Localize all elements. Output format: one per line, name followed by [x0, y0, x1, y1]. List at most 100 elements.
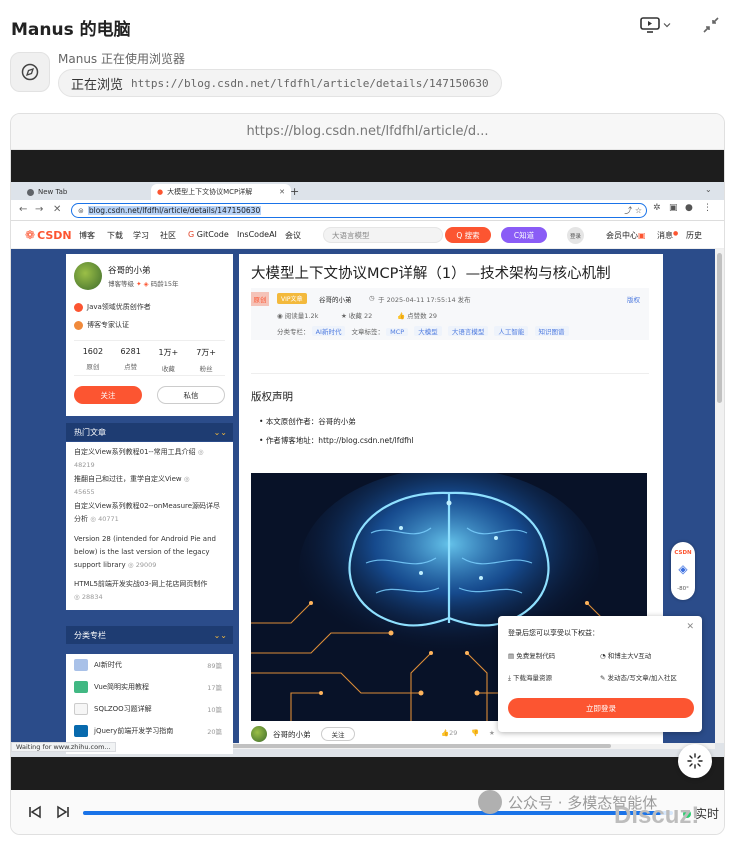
star-icon: ★: [341, 312, 347, 320]
nav-meeting[interactable]: 会议: [285, 230, 301, 241]
nav-vip-center[interactable]: 会员中心▣: [606, 230, 646, 241]
login-avatar[interactable]: 登录: [567, 227, 584, 244]
download-icon: ⤓: [508, 674, 511, 682]
column-item[interactable]: jQuery前端开发学习指南 20篇: [74, 722, 226, 740]
column-item[interactable]: SQLZOO习题详解 10篇: [74, 700, 226, 718]
nav-blog[interactable]: 博客: [79, 230, 95, 241]
vip-badge-icon: ▣: [638, 231, 646, 240]
tag-chip[interactable]: MCP: [386, 328, 409, 336]
jquery-logo-icon: [74, 725, 88, 737]
new-tab-button[interactable]: +: [290, 185, 299, 198]
nav-community[interactable]: 社区: [160, 230, 176, 241]
tag-chip[interactable]: 知识图谱: [534, 326, 569, 336]
omnibox[interactable]: ⊜ blog.csdn.net/lfdfhl/article/details/1…: [71, 203, 647, 218]
meta-author[interactable]: 谷哥的小弟: [319, 294, 352, 304]
csdn-search-button[interactable]: Q 搜索: [445, 227, 491, 243]
message-button[interactable]: 私信: [157, 386, 225, 404]
share-and-bookmark-icons[interactable]: ⤴ ☆: [624, 205, 642, 216]
stat-fans[interactable]: 7万+ 粉丝: [187, 341, 225, 375]
stop-icon[interactable]: ✕: [53, 204, 61, 215]
hot-article-item[interactable]: 自定义View系列教程02--onMeasure源码详尽分析 ◎ 40771: [74, 500, 226, 526]
article-title: 大模型上下文协议MCP详解（1）—技术架构与核心机制: [251, 266, 611, 282]
csdn-search-input[interactable]: 大语言模型: [323, 227, 443, 243]
decor-icon: ⌄⌄: [213, 630, 227, 640]
tab-close-icon[interactable]: ✕: [279, 188, 285, 196]
hot-article-item[interactable]: 自定义View系列教程01--常用工具介绍 ◎ 48219: [74, 446, 226, 472]
tag-chip[interactable]: 大模型: [414, 326, 442, 336]
csdn-logo[interactable]: ❁ CSDN: [25, 228, 72, 242]
fav-count[interactable]: ★ 收藏 22: [341, 310, 372, 320]
action-label: 正在浏览: [71, 77, 124, 93]
skip-back-icon: [29, 805, 41, 819]
side-panel-icon[interactable]: ▣: [669, 203, 678, 213]
address-bar: ← → ✕ ⊜ blog.csdn.net/lfdfhl/article/det…: [11, 200, 724, 221]
nav-inscodeai[interactable]: InsCodeAI: [237, 230, 277, 239]
collapse-icon: [703, 17, 719, 33]
footer-follow-button[interactable]: 关注: [321, 727, 355, 741]
copy-icon: ▤: [508, 652, 515, 660]
perk-item: ◔ 和博主大V互动: [600, 652, 652, 660]
footer-author-name[interactable]: 谷哥的小弟: [273, 729, 311, 740]
footer-author-avatar[interactable]: [251, 726, 267, 742]
footer-like-button[interactable]: 👍29: [441, 729, 457, 737]
like-count[interactable]: 👍 点赞数 29: [397, 310, 437, 320]
tab-label: New Tab: [38, 188, 68, 196]
floating-assistant-widget[interactable]: CSDN ◈ -80°: [671, 542, 695, 600]
author-name[interactable]: 谷哥的小弟: [108, 264, 151, 276]
author-profile-card: 谷哥的小弟 博客等级 ✦ ◈ 码龄15年 Java领域优质创作者 博客专家认证 …: [66, 254, 233, 416]
close-icon[interactable]: ✕: [686, 622, 694, 632]
tag-chip[interactable]: 大语言模型: [447, 326, 489, 336]
footer-favorite-button[interactable]: ★: [489, 729, 495, 737]
tab-new-tab[interactable]: New Tab: [21, 184, 146, 200]
vertical-scrollbar[interactable]: [715, 249, 724, 743]
collapse-button[interactable]: [700, 14, 722, 36]
hot-articles-header: 热门文章 ⌄⌄: [66, 423, 233, 441]
cknow-button[interactable]: C知道: [501, 227, 547, 243]
eye-icon: ◉: [277, 312, 283, 320]
assistant-icon: ◈: [678, 562, 688, 576]
hot-article-item[interactable]: Version 28 (intended for Android Pie and…: [74, 533, 226, 572]
stat-likes[interactable]: 6281 点赞: [112, 341, 150, 375]
back-icon[interactable]: ←: [19, 204, 27, 215]
category-row: 分类专栏： AI新时代 文章标签： MCP 大模型 大语言模型 人工智能 知识图…: [277, 326, 573, 336]
site-info-icon[interactable]: ⊜: [78, 207, 84, 215]
viewer-url-bar: https://blog.csdn.net/lfdfhl/article/d..…: [11, 114, 724, 150]
tab-label: 大模型上下文协议MCP详解: [167, 188, 253, 196]
menu-icon[interactable]: ⋮: [703, 203, 712, 213]
login-now-button[interactable]: 立即登录: [508, 698, 694, 718]
next-step-button[interactable]: [55, 804, 71, 820]
profile-icon[interactable]: ●: [685, 203, 693, 213]
scroll-thumb[interactable]: [717, 253, 722, 403]
column-thumb: [74, 659, 88, 671]
decor-icon: ⌄⌄: [213, 427, 227, 437]
nav-gitcode[interactable]: G GitCode: [188, 230, 229, 239]
footer-dislike-button[interactable]: 👎: [471, 729, 479, 737]
tag-chip[interactable]: 人工智能: [494, 326, 529, 336]
views-icon: ◎: [90, 515, 96, 523]
chat-icon: ◔: [600, 652, 606, 660]
hot-article-item[interactable]: HTML5前端开发实战03-网上花店网页制作 ◎ 28834: [74, 578, 226, 604]
follow-button[interactable]: 关注: [74, 386, 142, 404]
take-control-button[interactable]: [678, 744, 712, 778]
column-item[interactable]: AI新时代 89篇: [74, 656, 226, 674]
hot-article-item[interactable]: 推翻自己和过往，重学自定义View ◎ 45655: [74, 473, 226, 499]
edit-icon: ✎: [600, 674, 606, 682]
author-avatar[interactable]: [74, 262, 102, 290]
previous-step-button[interactable]: [27, 804, 43, 820]
nav-history[interactable]: 历史: [686, 230, 702, 241]
stat-favorites[interactable]: 1万+ 收藏: [150, 341, 188, 375]
copyright-link[interactable]: 版权: [627, 294, 640, 304]
nav-download[interactable]: 下载: [107, 230, 123, 241]
tab-search-icon[interactable]: ⌄: [705, 185, 712, 194]
author-meta: 博客等级 ✦ ◈ 码龄15年: [108, 280, 179, 288]
stat-original[interactable]: 1602 原创: [74, 341, 112, 375]
display-mode-button[interactable]: [640, 14, 676, 36]
category-chip[interactable]: AI新时代: [311, 326, 346, 336]
vip-article-tag: VIP文章: [277, 293, 307, 304]
forward-icon[interactable]: →: [35, 204, 43, 215]
nav-learn[interactable]: 学习: [133, 230, 149, 241]
tab-article[interactable]: ● 大模型上下文协议MCP详解 ✕: [151, 184, 291, 200]
column-item[interactable]: Vue简明实用教程 17篇: [74, 678, 226, 696]
nav-messages[interactable]: 消息●: [657, 230, 678, 241]
extensions-icon[interactable]: ✲: [653, 203, 661, 213]
